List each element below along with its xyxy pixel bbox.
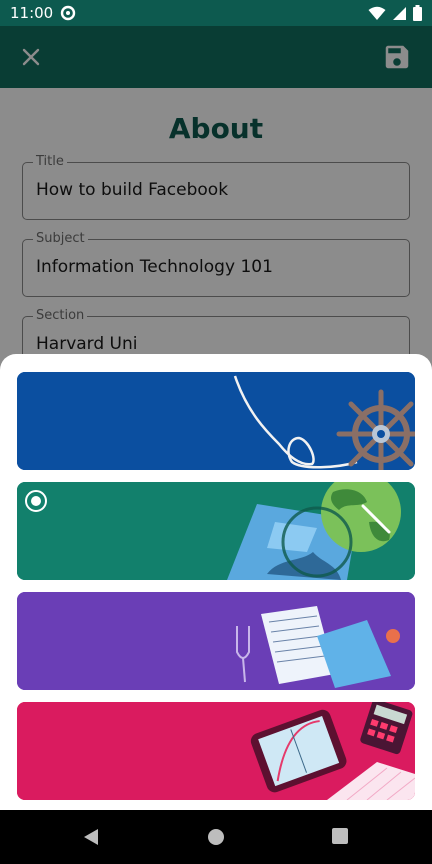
data-saver-icon xyxy=(60,5,76,25)
math-illustration xyxy=(17,702,415,800)
status-icons xyxy=(368,5,422,25)
wifi-icon xyxy=(368,6,386,25)
cellular-signal-icon xyxy=(392,6,407,25)
radio-dot xyxy=(31,496,41,506)
battery-icon xyxy=(413,5,422,25)
home-icon xyxy=(208,829,224,845)
theme-selected-radio[interactable] xyxy=(25,490,47,512)
theme-card-globe[interactable] xyxy=(17,482,415,580)
status-bar: 11:00 xyxy=(0,0,432,26)
music-illustration xyxy=(17,592,415,690)
globe-illustration xyxy=(17,482,415,580)
home-button[interactable] xyxy=(206,827,226,851)
status-time: 11:00 xyxy=(10,4,54,22)
back-button[interactable] xyxy=(82,827,100,851)
theme-picker-sheet xyxy=(0,354,432,810)
theme-card-music[interactable] xyxy=(17,592,415,690)
system-nav-bar xyxy=(0,810,432,864)
theme-card-sailing[interactable] xyxy=(17,372,415,470)
theme-card-math[interactable] xyxy=(17,702,415,800)
recents-icon xyxy=(332,828,348,844)
recents-button[interactable] xyxy=(331,827,349,849)
sailing-illustration xyxy=(17,372,415,470)
back-icon xyxy=(84,829,98,845)
